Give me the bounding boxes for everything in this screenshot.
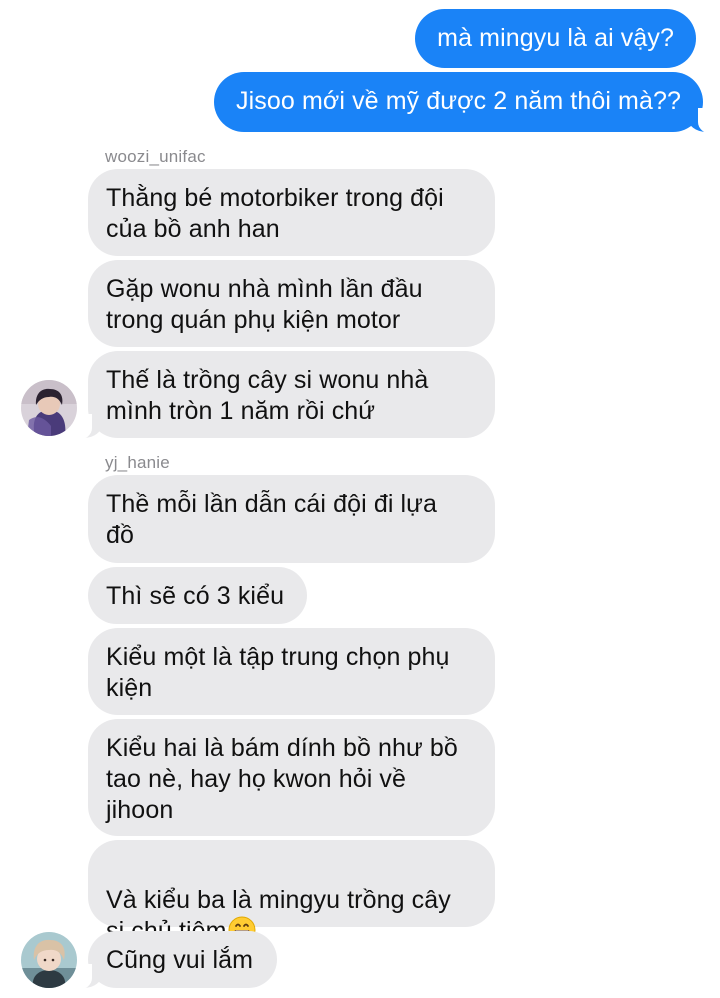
- bubble-tail: [688, 108, 716, 134]
- incoming-message[interactable]: Thề mỗi lần dẫn cái đội đi lựa đồ: [88, 475, 495, 563]
- profile-photo-light-hair-icon[interactable]: [21, 932, 77, 988]
- profile-photo-dark-hair-icon[interactable]: [21, 380, 77, 436]
- incoming-message[interactable]: Thế là trồng cây si wonu nhà mình tròn 1…: [88, 351, 495, 438]
- incoming-message[interactable]: Thì sẽ có 3 kiểu: [88, 567, 307, 624]
- bubble-tail: [74, 964, 102, 990]
- incoming-message[interactable]: Thằng bé motorbiker trong đội của bồ anh…: [88, 169, 495, 256]
- sender-name: yj_hanie: [105, 453, 170, 472]
- sender-name: woozi_unifac: [105, 147, 206, 166]
- bubble-tail: [74, 414, 102, 440]
- incoming-message[interactable]: Và kiểu ba là mingyu trồng cây si chủ ti…: [88, 840, 495, 945]
- outgoing-message[interactable]: mà mingyu là ai vậy?: [415, 9, 696, 68]
- incoming-message[interactable]: Gặp wonu nhà mình lần đầu trong quán phụ…: [88, 260, 495, 347]
- incoming-message[interactable]: Cũng vui lắm: [88, 931, 277, 988]
- outgoing-message[interactable]: Jisoo mới về mỹ được 2 năm thôi mà??: [214, 72, 703, 132]
- incoming-message[interactable]: Kiểu một là tập trung chọn phụ kiện: [88, 628, 495, 715]
- incoming-message[interactable]: Kiểu hai là bám dính bồ như bồ tao nè, h…: [88, 719, 495, 836]
